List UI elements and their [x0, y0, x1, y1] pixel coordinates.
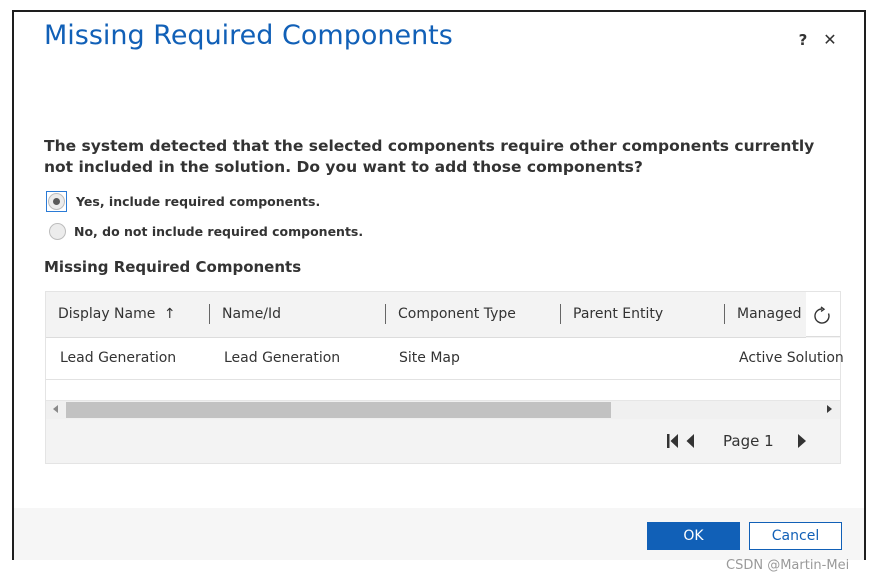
help-button[interactable]: ? [796, 30, 810, 50]
cancel-button[interactable]: Cancel [749, 522, 842, 550]
refresh-button[interactable] [806, 292, 840, 337]
horizontal-scrollbar[interactable] [46, 400, 840, 419]
missing-components-dialog: Missing Required Components ? ✕ The syst… [12, 10, 866, 560]
table-row[interactable]: Lead Generation Lead Generation Site Map… [46, 338, 844, 380]
column-header-name-id[interactable]: Name/Id [222, 292, 281, 337]
radio-exclude[interactable] [49, 222, 66, 240]
refresh-icon [814, 306, 830, 324]
first-page-icon[interactable] [666, 433, 698, 449]
option-exclude-label[interactable]: No, do not include required components. [74, 224, 363, 239]
scroll-left-arrow-icon[interactable] [53, 405, 58, 413]
column-header-parent-entity[interactable]: Parent Entity [573, 292, 663, 337]
column-label-display-name: Display Name [58, 306, 156, 322]
grid-empty-area [46, 380, 840, 400]
column-header-managed[interactable]: Managed [737, 292, 802, 337]
column-separator[interactable] [385, 304, 386, 324]
page-label: Page 1 [723, 432, 774, 450]
option-exclude-row[interactable]: No, do not include required components. [49, 221, 363, 241]
close-button[interactable]: ✕ [822, 30, 838, 50]
cell-name-id: Lead Generation [224, 350, 341, 366]
cell-component-type: Site Map [399, 350, 460, 366]
column-separator[interactable] [209, 304, 210, 324]
dialog-title: Missing Required Components [44, 20, 453, 51]
watermark: CSDN @Martin-Mei [726, 558, 850, 573]
next-page-icon[interactable] [796, 433, 808, 449]
dialog-footer: OK Cancel [14, 508, 864, 560]
grid-pager: Page 1 [46, 419, 840, 463]
sort-ascending-icon: ↑ [163, 306, 176, 322]
option-include-label[interactable]: Yes, include required components. [76, 194, 320, 209]
column-header-display-name[interactable]: Display Name ↑ [58, 292, 176, 337]
column-header-component-type[interactable]: Component Type [398, 292, 516, 337]
section-title: Missing Required Components [44, 258, 302, 276]
column-separator[interactable] [560, 304, 561, 324]
radio-focus-ring [46, 190, 67, 212]
scroll-right-arrow-icon[interactable] [827, 405, 832, 413]
cell-display-name: Lead Generation [60, 350, 177, 366]
radio-include[interactable] [48, 192, 65, 210]
components-grid: Display Name ↑ Name/Id Component Type Pa… [45, 291, 844, 464]
option-include-row[interactable]: Yes, include required components. [46, 190, 320, 212]
scrollbar-thumb[interactable] [66, 402, 611, 418]
cell-managed: Active Solution [739, 350, 844, 366]
grid-header: Display Name ↑ Name/Id Component Type Pa… [46, 292, 806, 338]
prompt-question: The system detected that the selected co… [44, 137, 815, 176]
column-separator[interactable] [724, 304, 725, 324]
ok-button[interactable]: OK [647, 522, 740, 550]
